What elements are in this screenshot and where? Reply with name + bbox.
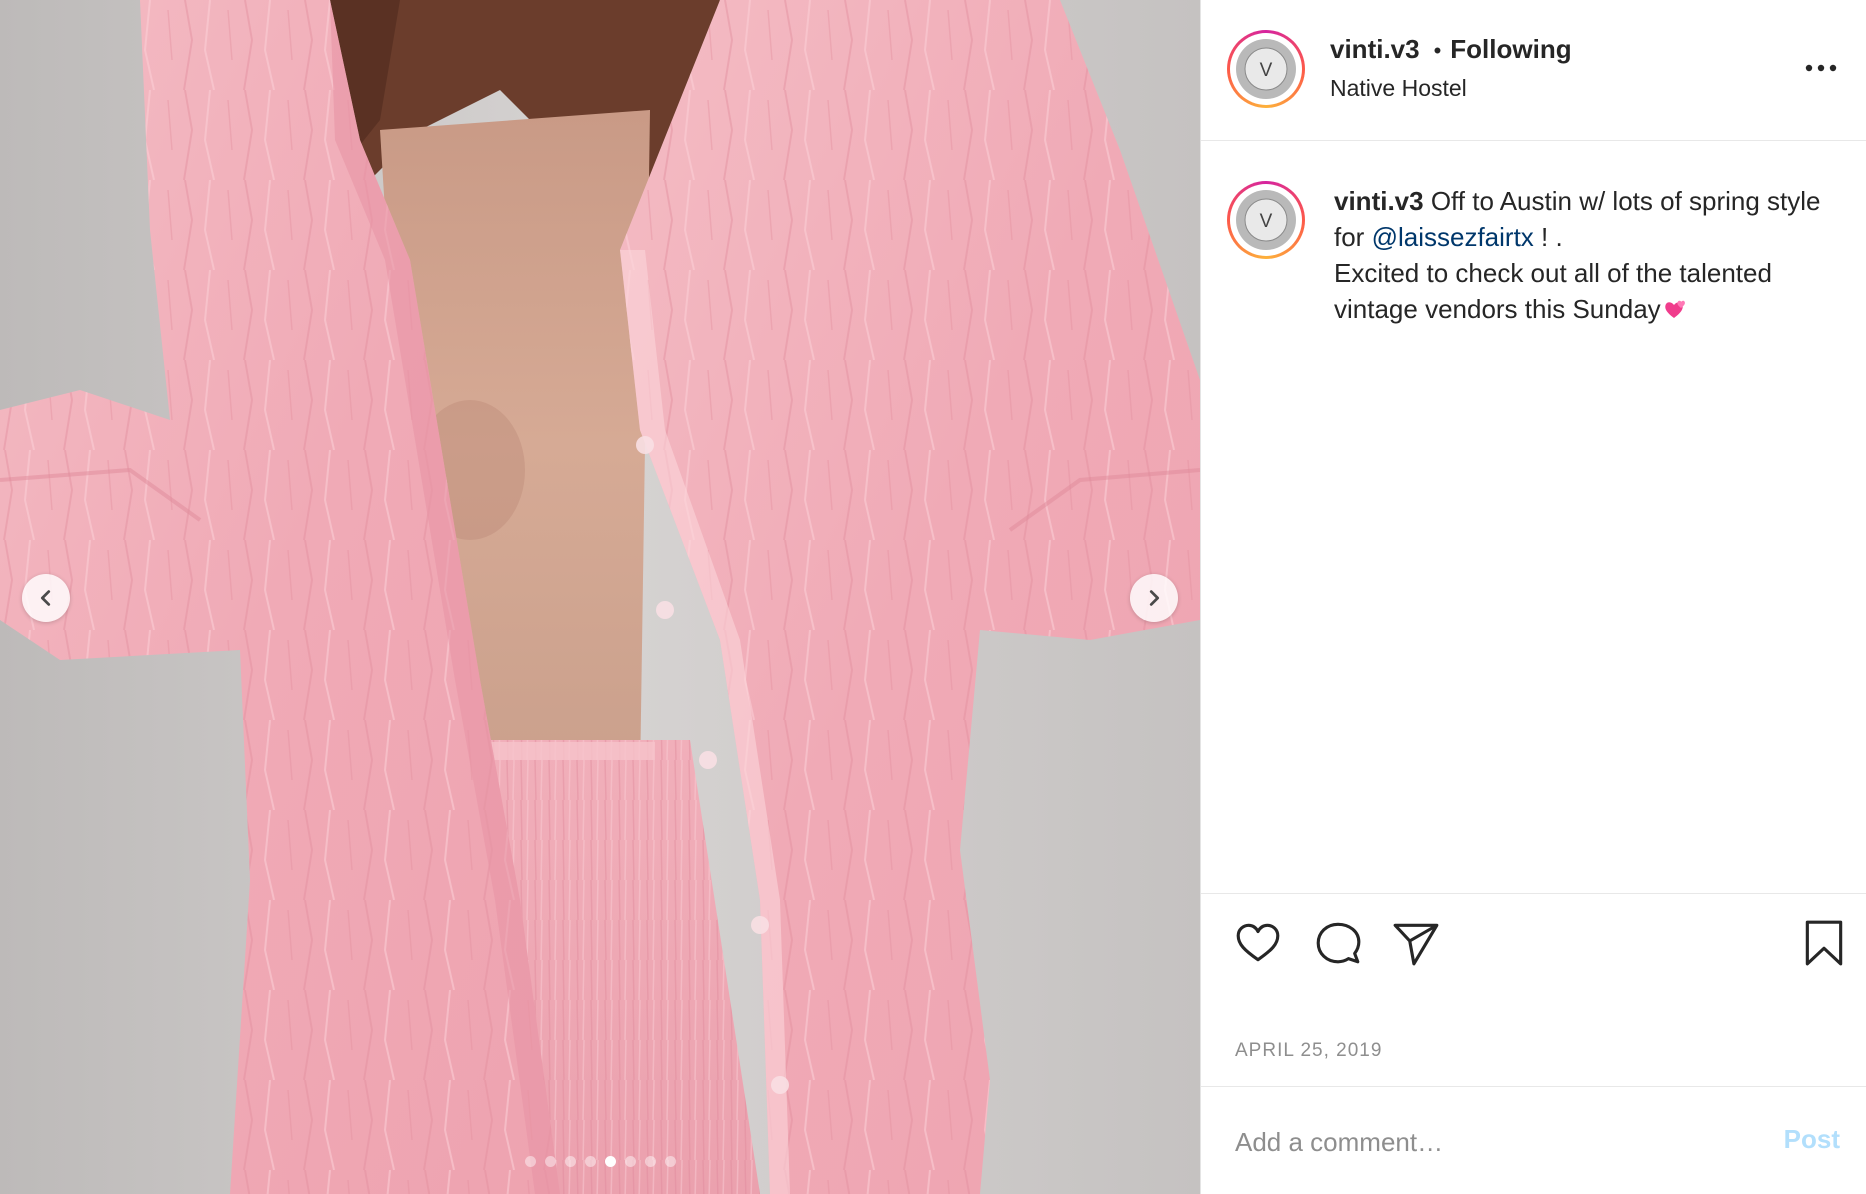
heart-icon	[1236, 923, 1280, 962]
post-media	[0, 0, 1200, 1194]
chevron-right-icon	[1149, 590, 1160, 606]
avatar-letter: V	[1260, 211, 1273, 232]
like-button[interactable]	[1233, 918, 1283, 968]
slide-dot-active	[604, 1156, 616, 1167]
bookmark-icon	[1805, 920, 1843, 966]
vinti-logo-icon: V	[1236, 190, 1296, 250]
separator-dot: •	[1433, 38, 1442, 63]
mention-link[interactable]: @laissezfairtx	[1372, 222, 1534, 252]
paper-plane-icon	[1393, 923, 1439, 966]
post-header: V vinti.v3 • Following Native Hostel	[1201, 0, 1866, 141]
username-link[interactable]: vinti.v3	[1330, 32, 1420, 66]
post-comment-button[interactable]: Post	[1784, 1124, 1840, 1155]
action-bar	[1201, 894, 1866, 984]
chevron-left-icon	[40, 590, 51, 606]
caption-text-end: ! .	[1533, 222, 1563, 252]
share-button[interactable]	[1391, 918, 1441, 968]
slide-dot	[544, 1156, 556, 1167]
slide-dot	[664, 1156, 676, 1167]
previous-slide-button[interactable]	[22, 574, 70, 622]
caption-avatar[interactable]: V	[1227, 181, 1305, 259]
post-photo	[0, 0, 1200, 1194]
avatar-letter: V	[1260, 60, 1273, 81]
caption-username-link[interactable]: vinti.v3	[1334, 186, 1424, 216]
post-side-panel: V vinti.v3 • Following Native Hostel V v…	[1200, 0, 1866, 1194]
post-date[interactable]: APRIL 25, 2019	[1235, 1040, 1382, 1062]
slide-dot	[644, 1156, 656, 1167]
comment-input[interactable]	[1233, 1111, 1757, 1173]
next-slide-button[interactable]	[1130, 574, 1178, 622]
slide-indicator	[0, 1156, 1200, 1167]
instagram-post: V vinti.v3 • Following Native Hostel V v…	[0, 0, 1866, 1194]
comment-bubble-icon	[1316, 922, 1361, 964]
caption-line-2: Excited to check out all of the talented…	[1334, 258, 1772, 324]
more-options-icon[interactable]	[1804, 58, 1838, 78]
slide-dot	[584, 1156, 596, 1167]
header-text: vinti.v3 • Following Native Hostel	[1330, 32, 1572, 104]
save-button[interactable]	[1799, 918, 1849, 968]
avatar[interactable]: V	[1227, 30, 1305, 108]
two-hearts-emoji-icon	[1664, 300, 1685, 318]
caption-section: V vinti.v3 Off to Austin w/ lots of spri…	[1201, 141, 1866, 894]
post-caption: vinti.v3 Off to Austin w/ lots of spring…	[1334, 183, 1844, 327]
vinti-logo-icon: V	[1236, 39, 1296, 99]
comment-button[interactable]	[1313, 918, 1363, 968]
following-button[interactable]: Following	[1450, 32, 1571, 66]
location-link[interactable]: Native Hostel	[1330, 72, 1572, 104]
slide-dot	[524, 1156, 536, 1167]
slide-dot	[624, 1156, 636, 1167]
slide-dot	[564, 1156, 576, 1167]
comment-bar: Post	[1201, 1086, 1866, 1194]
